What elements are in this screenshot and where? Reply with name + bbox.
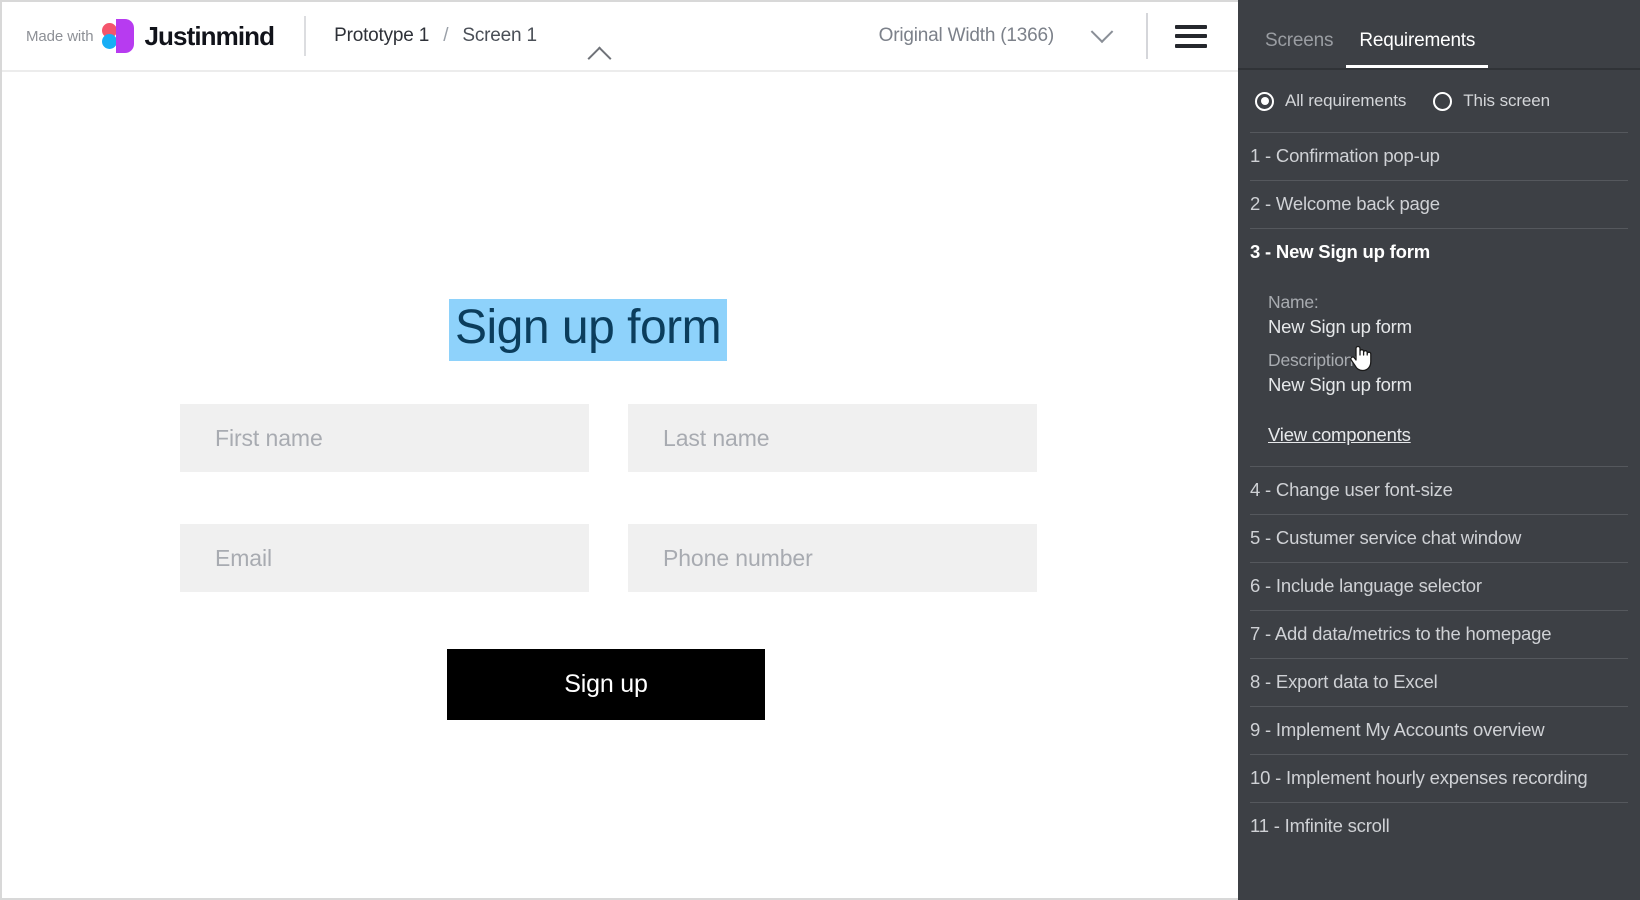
justinmind-wordmark: Justinmind [144, 20, 275, 51]
list-item[interactable]: 7 - Add data/metrics to the homepage [1250, 610, 1628, 658]
radio-all-requirements[interactable]: All requirements [1255, 91, 1406, 111]
topbar-divider-left [304, 16, 307, 56]
list-item[interactable]: 4 - Change user font-size [1250, 466, 1628, 514]
email-input[interactable]: Email [180, 524, 589, 592]
branding: Made with Justinmind [2, 17, 275, 55]
chevron-down-icon [1090, 20, 1114, 44]
detail-description-label: Description: [1268, 350, 1358, 370]
radio-all-requirements-icon [1255, 91, 1274, 111]
radio-this-screen-label: This screen [1463, 91, 1550, 110]
panel-tabbar: Screens Requirements [1238, 0, 1640, 70]
detail-description-value: New Sign up form [1268, 374, 1412, 395]
hamburger-menu-icon[interactable] [1175, 24, 1207, 48]
list-item[interactable]: 11 - Imfinite scroll [1250, 802, 1628, 850]
tab-screens[interactable]: Screens [1252, 30, 1346, 68]
justinmind-logo-icon [102, 17, 135, 55]
list-item[interactable]: 8 - Export data to Excel [1250, 658, 1628, 706]
requirements-panel: Screens Requirements All requirements Th… [1238, 0, 1640, 900]
requirement-label: 10 - Implement hourly expenses recording [1250, 767, 1588, 788]
prototype-frame: Made with Justinmind Prototype 1 / Scree… [0, 0, 1240, 900]
topbar-divider-right [1146, 13, 1148, 59]
view-components-link[interactable]: View components [1268, 424, 1411, 446]
list-item[interactable]: 9 - Implement My Accounts overview [1250, 706, 1628, 754]
requirement-label: 1 - Confirmation pop-up [1250, 145, 1440, 166]
list-item[interactable]: 2 - Welcome back page [1250, 180, 1628, 228]
app-root: Made with Justinmind Prototype 1 / Scree… [0, 0, 1640, 900]
requirement-label: 3 - New Sign up form [1250, 241, 1430, 262]
logo-blue-circle [102, 34, 118, 49]
hamburger-bar-1 [1175, 24, 1207, 29]
list-item[interactable]: 1 - Confirmation pop-up [1250, 132, 1628, 180]
first-name-input[interactable]: First name [180, 404, 589, 472]
breadcrumb: Prototype 1 / Screen 1 [334, 25, 537, 47]
requirement-label: 7 - Add data/metrics to the homepage [1250, 623, 1552, 644]
radio-all-requirements-label: All requirements [1285, 91, 1407, 110]
made-with-label: Made with [26, 27, 94, 45]
detail-name-value: New Sign up form [1268, 316, 1412, 337]
width-selector[interactable]: Original Width (1366) [878, 20, 1114, 47]
list-item[interactable]: 10 - Implement hourly expenses recording [1250, 754, 1628, 802]
topbar-right-group: Original Width (1366) [879, 2, 1240, 70]
requirement-label: 5 - Custumer service chat window [1250, 527, 1522, 548]
prototype-topbar: Made with Justinmind Prototype 1 / Scree… [2, 2, 1240, 72]
requirements-scope-filter: All requirements This screen [1238, 70, 1640, 132]
logo-purple-shape [116, 19, 135, 53]
tab-requirements[interactable]: Requirements [1346, 30, 1489, 68]
list-item[interactable]: 5 - Custumer service chat window [1250, 514, 1628, 562]
requirement-label: 6 - Include language selector [1250, 575, 1482, 596]
breadcrumb-separator: / [443, 25, 449, 46]
page-title[interactable]: Sign up form [449, 299, 728, 361]
radio-this-screen[interactable]: This screen [1433, 91, 1550, 111]
breadcrumb-prototype[interactable]: Prototype 1 [334, 25, 429, 46]
last-name-input[interactable]: Last name [628, 404, 1037, 472]
prototype-canvas: Sign up form First name Last name Email … [2, 72, 1236, 898]
phone-input[interactable]: Phone number [628, 524, 1037, 592]
breadcrumb-screen[interactable]: Screen 1 [462, 25, 537, 46]
requirement-label: 9 - Implement My Accounts overview [1250, 719, 1545, 740]
requirement-detail: Name: New Sign up form Description: New … [1250, 276, 1628, 466]
radio-this-screen-icon [1433, 91, 1453, 111]
width-selector-value: Original Width (1366) [878, 25, 1055, 46]
hamburger-bar-2 [1175, 34, 1207, 38]
list-item[interactable]: 6 - Include language selector [1250, 562, 1628, 610]
requirements-list: 1 - Confirmation pop-up 2 - Welcome back… [1238, 132, 1640, 850]
requirement-label: 4 - Change user font-size [1250, 479, 1453, 500]
sign-up-button[interactable]: Sign up [447, 649, 765, 720]
hamburger-bar-3 [1175, 43, 1207, 48]
detail-name-label: Name: [1268, 292, 1319, 312]
list-item-selected[interactable]: 3 - New Sign up form [1250, 228, 1628, 276]
requirement-label: 11 - Imfinite scroll [1250, 815, 1390, 836]
requirement-label: 2 - Welcome back page [1250, 193, 1440, 214]
requirement-label: 8 - Export data to Excel [1250, 671, 1438, 692]
